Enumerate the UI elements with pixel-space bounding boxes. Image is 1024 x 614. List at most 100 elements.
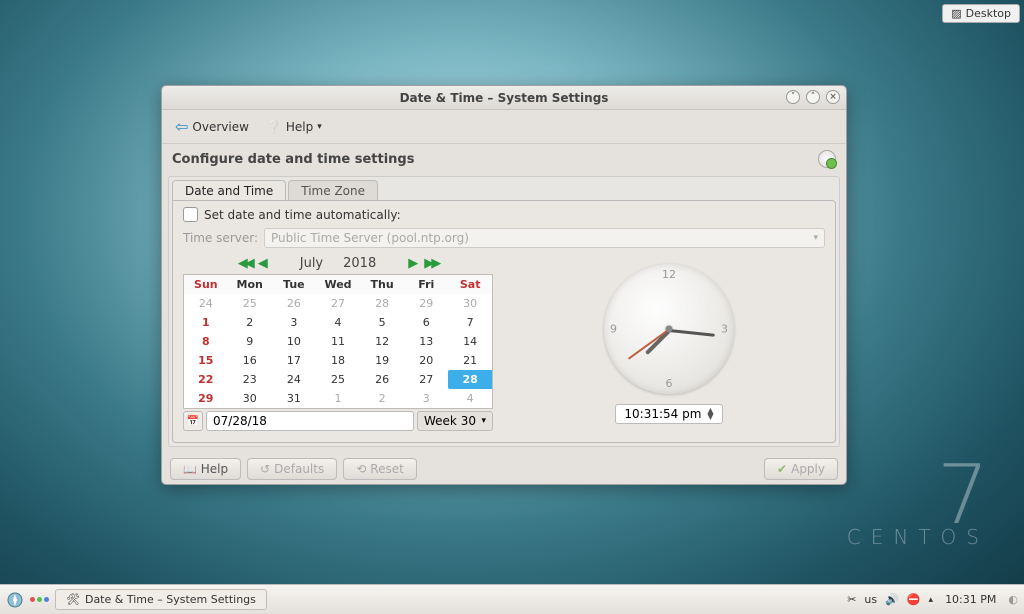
clock-12: 12 <box>662 268 676 281</box>
calendar-day[interactable]: 27 <box>316 294 360 313</box>
overview-label: Overview <box>192 120 249 134</box>
help-menu-button[interactable]: ❔ Help ▾ <box>260 117 329 137</box>
desktop-pager-label: Desktop <box>966 7 1011 20</box>
calendar-day[interactable]: 10 <box>272 332 316 351</box>
calendar-day[interactable]: 4 <box>448 389 492 409</box>
calendar-day[interactable]: 18 <box>316 351 360 370</box>
volume-tray-icon[interactable]: 🔊 <box>885 593 899 606</box>
clock-3: 3 <box>721 322 728 335</box>
panel-toolbox-icon[interactable]: ◐ <box>1008 593 1018 606</box>
week-label: Week 30 <box>424 414 476 428</box>
tab-date-time[interactable]: Date and Time <box>172 180 286 201</box>
chevron-down-icon: ▾ <box>481 416 486 426</box>
calendar-day[interactable]: 14 <box>448 332 492 351</box>
calendar-day[interactable]: 2 <box>360 389 404 409</box>
calendar-day[interactable]: 21 <box>448 351 492 370</box>
calendar-day[interactable]: 9 <box>228 332 272 351</box>
calendar-day[interactable]: 22 <box>184 370 228 389</box>
calendar-day[interactable]: 25 <box>228 294 272 313</box>
defaults-button[interactable]: ↺ Defaults <box>247 458 337 480</box>
calendar-day[interactable]: 5 <box>360 313 404 332</box>
calendar-day[interactable]: 19 <box>360 351 404 370</box>
kickoff-launcher[interactable] <box>6 591 24 609</box>
tray-expand-icon[interactable]: ▴ <box>929 595 934 605</box>
defaults-label: Defaults <box>274 462 324 476</box>
calendar-day[interactable]: 15 <box>184 351 228 370</box>
apply-label: Apply <box>791 462 825 476</box>
calendar-day[interactable]: 29 <box>404 294 448 313</box>
calendar-day[interactable]: 2 <box>228 313 272 332</box>
content-area: Date and Time Time Zone Set date and tim… <box>168 176 840 447</box>
calendar-day[interactable]: 13 <box>404 332 448 351</box>
calendar-day[interactable]: 12 <box>360 332 404 351</box>
calendar-day[interactable]: 8 <box>184 332 228 351</box>
calendar-day[interactable]: 30 <box>228 389 272 409</box>
titlebar[interactable]: Date & Time – System Settings ˅ ˄ × <box>162 86 846 110</box>
calendar-day[interactable]: 27 <box>404 370 448 389</box>
minimize-button[interactable]: ˅ <box>786 90 800 104</box>
calendar-day[interactable]: 3 <box>272 313 316 332</box>
status-globe-icon[interactable] <box>818 150 836 168</box>
calendar-day[interactable]: 1 <box>316 389 360 409</box>
apply-button[interactable]: ✔ Apply <box>764 458 838 480</box>
desktop-pager-button[interactable]: ▨ Desktop <box>942 4 1020 23</box>
next-year-button[interactable]: ▶▶ <box>424 256 438 271</box>
date-picker-icon[interactable]: 📅 <box>183 411 203 431</box>
calendar-day[interactable]: 23 <box>228 370 272 389</box>
calendar-day[interactable]: 11 <box>316 332 360 351</box>
activity-pager[interactable] <box>30 597 49 602</box>
week-combo[interactable]: Week 30 ▾ <box>417 411 493 431</box>
system-settings-window: Date & Time – System Settings ˅ ˄ × ⇦ Ov… <box>161 85 847 485</box>
auto-datetime-label: Set date and time automatically: <box>204 208 401 222</box>
reset-button[interactable]: ⟲ Reset <box>343 458 417 480</box>
prev-year-button[interactable]: ◀◀ <box>238 256 252 271</box>
next-month-button[interactable]: ▶ <box>408 256 418 271</box>
second-hand <box>628 329 669 360</box>
overview-button[interactable]: ⇦ Overview <box>168 114 256 139</box>
taskbar-entry[interactable]: 🛠 Date & Time – System Settings <box>55 589 267 610</box>
calendar-day[interactable]: 28 <box>448 370 492 389</box>
auto-datetime-checkbox[interactable] <box>183 207 198 222</box>
calendar-month[interactable]: July <box>300 256 323 271</box>
calendar-day[interactable]: 3 <box>404 389 448 409</box>
tab-panel: Set date and time automatically: Time se… <box>172 200 836 443</box>
calendar-day[interactable]: 24 <box>272 370 316 389</box>
date-input[interactable] <box>206 411 414 431</box>
calendar-day[interactable]: 17 <box>272 351 316 370</box>
maximize-button[interactable]: ˄ <box>806 90 820 104</box>
tab-bar: Date and Time Time Zone <box>172 180 836 201</box>
calendar-day[interactable]: 28 <box>360 294 404 313</box>
calendar-day[interactable]: 6 <box>404 313 448 332</box>
calendar-day[interactable]: 24 <box>184 294 228 313</box>
taskbar-clock[interactable]: 10:31 PM <box>941 593 1000 606</box>
check-icon: ✔ <box>777 462 787 476</box>
clock-9: 9 <box>610 322 617 335</box>
window-title: Date & Time – System Settings <box>400 91 609 105</box>
dow-tue: Tue <box>272 275 316 295</box>
calendar-day[interactable]: 26 <box>360 370 404 389</box>
notification-tray-icon[interactable]: ⛔ <box>907 593 921 606</box>
time-spinbox[interactable]: 10:31:54 pm ▲▼ <box>615 404 722 424</box>
clipboard-tray-icon[interactable]: ✂ <box>847 593 856 606</box>
dow-sat: Sat <box>448 275 492 295</box>
help-button[interactable]: 📖 Help <box>170 458 241 480</box>
taskbar: 🛠 Date & Time – System Settings ✂ us 🔊 ⛔… <box>0 584 1024 614</box>
calendar-day[interactable]: 30 <box>448 294 492 313</box>
spin-arrows[interactable]: ▲▼ <box>707 408 713 420</box>
tab-time-zone[interactable]: Time Zone <box>288 180 378 201</box>
calendar-day[interactable]: 31 <box>272 389 316 409</box>
time-server-value: Public Time Server (pool.ntp.org) <box>271 231 469 245</box>
calendar-day[interactable]: 26 <box>272 294 316 313</box>
close-button[interactable]: × <box>826 90 840 104</box>
prev-month-button[interactable]: ◀ <box>258 256 268 271</box>
dow-thu: Thu <box>360 275 404 295</box>
calendar-day[interactable]: 20 <box>404 351 448 370</box>
calendar-day[interactable]: 16 <box>228 351 272 370</box>
calendar-day[interactable]: 29 <box>184 389 228 409</box>
calendar-year[interactable]: 2018 <box>343 256 376 271</box>
calendar-day[interactable]: 7 <box>448 313 492 332</box>
calendar-day[interactable]: 1 <box>184 313 228 332</box>
calendar-day[interactable]: 4 <box>316 313 360 332</box>
keyboard-layout-indicator[interactable]: us <box>864 593 877 606</box>
calendar-day[interactable]: 25 <box>316 370 360 389</box>
